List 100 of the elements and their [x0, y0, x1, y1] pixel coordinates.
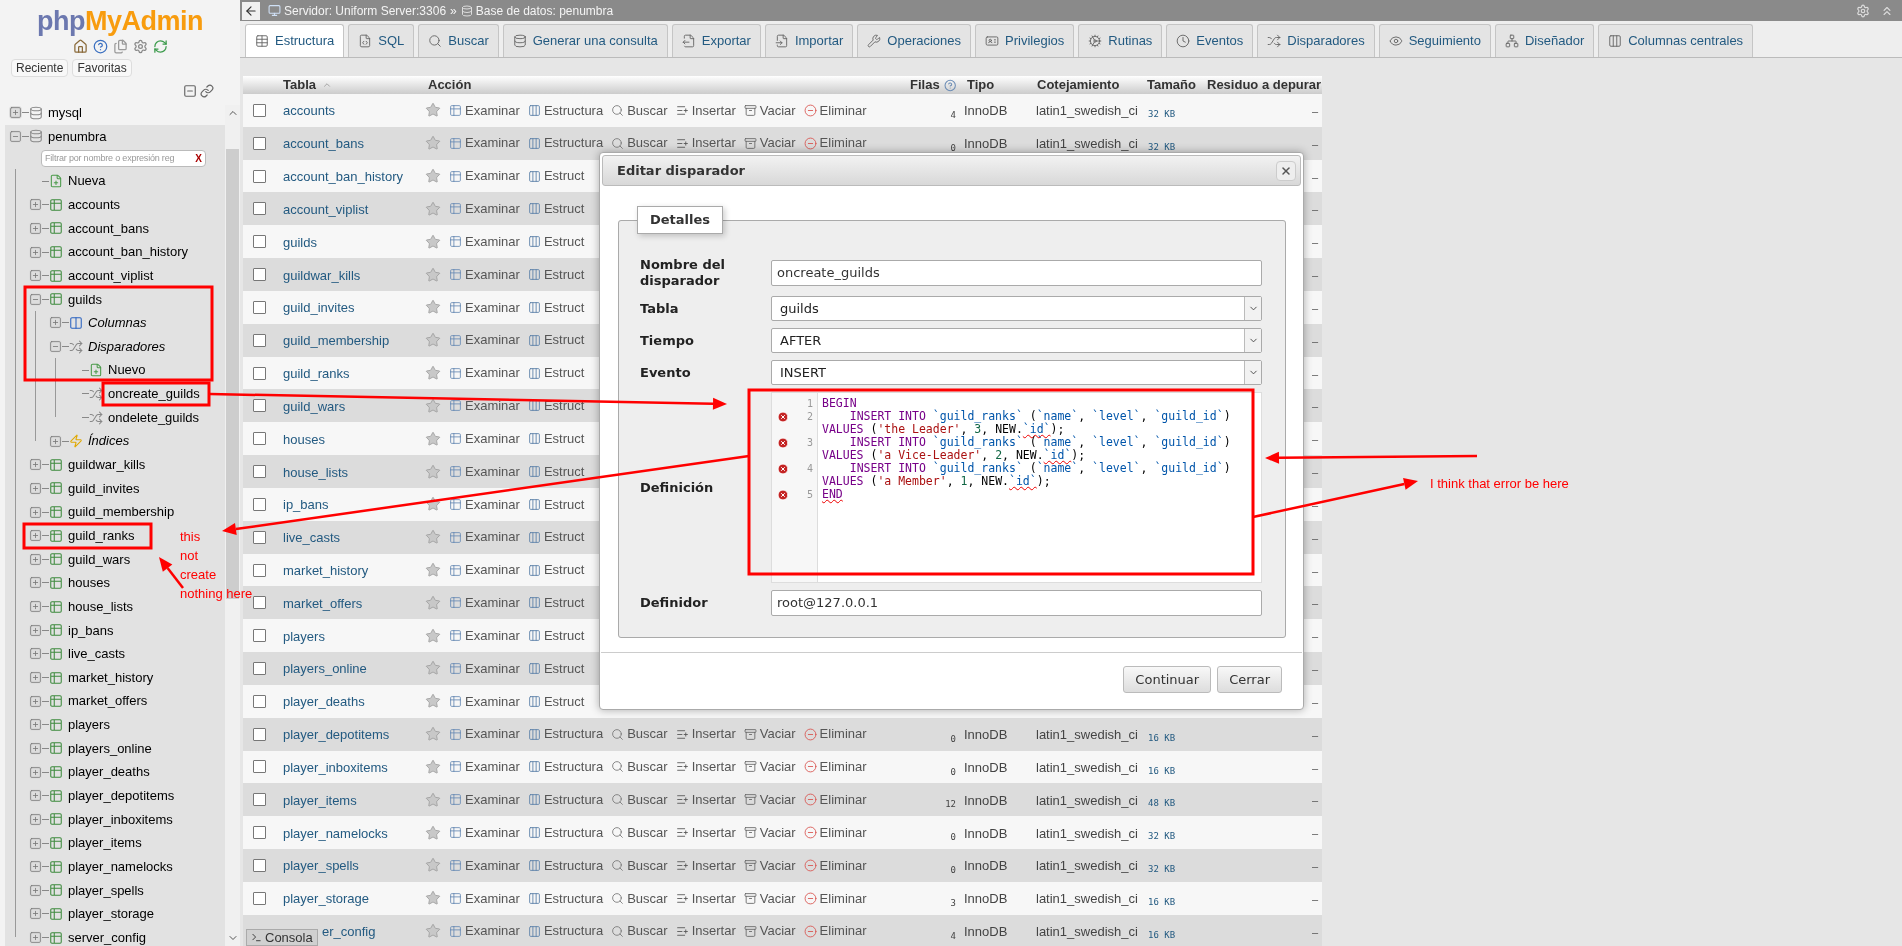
action-link[interactable]: Estruct [543, 494, 585, 515]
action-link[interactable]: Insertar [691, 822, 736, 843]
tree-item[interactable]: player_deaths [68, 762, 150, 782]
tree-item[interactable]: house_lists [68, 596, 134, 617]
action-link[interactable]: Examinar [465, 133, 520, 153]
text-field[interactable]: root@127.0.0.1 [771, 590, 1262, 616]
checkbox[interactable] [253, 793, 266, 807]
expand-icon[interactable] [29, 647, 42, 661]
star-icon[interactable] [425, 791, 441, 808]
tree-item[interactable]: player_inboxitems [68, 809, 173, 830]
star-icon[interactable] [425, 923, 441, 940]
tree-item[interactable]: guildwar_kills [68, 455, 146, 475]
expand-icon[interactable] [29, 245, 42, 259]
star-icon[interactable] [425, 660, 441, 677]
expand-icon[interactable] [29, 600, 42, 614]
navigation-tab[interactable]: Favoritas [72, 59, 132, 77]
action-link[interactable]: Buscar [627, 724, 668, 744]
star-icon[interactable] [425, 463, 441, 480]
tree-item[interactable]: market_history [68, 667, 154, 688]
action-link[interactable]: Examinar [465, 625, 520, 646]
action-link[interactable]: Vaciar [759, 133, 796, 153]
dialog-button[interactable]: Continuar [1123, 666, 1212, 693]
action-link[interactable]: Vaciar [759, 855, 796, 876]
table-name-link[interactable]: market_history [283, 563, 369, 578]
tree-item[interactable]: houses [68, 573, 110, 593]
action-link[interactable]: Buscar [627, 855, 668, 876]
action-link[interactable]: Vaciar [759, 822, 796, 843]
expand-icon[interactable] [29, 623, 42, 637]
star-icon[interactable] [425, 562, 441, 578]
action-link[interactable]: Eliminar [819, 822, 867, 843]
tree-item[interactable]: account_bans [68, 218, 149, 239]
select-field[interactable]: AFTER [771, 328, 1262, 353]
table-name-link[interactable]: player_depotitems [283, 727, 390, 743]
table-name-link[interactable]: guild_invites [283, 300, 355, 316]
checkbox[interactable] [253, 760, 266, 774]
tree-item[interactable]: guild_ranks [68, 525, 135, 546]
action-link[interactable]: Estruct [543, 231, 585, 252]
table-name-link[interactable]: er_config [322, 924, 376, 940]
star-icon[interactable] [425, 758, 441, 775]
star-icon[interactable] [425, 135, 441, 152]
action-link[interactable]: Vaciar [759, 724, 796, 744]
tree-item[interactable]: Nueva [68, 171, 106, 191]
collapse-icon[interactable] [29, 292, 42, 306]
action-link[interactable]: Vaciar [759, 888, 796, 909]
star-icon[interactable] [425, 168, 441, 185]
action-link[interactable]: Eliminar [819, 133, 867, 153]
expand-icon[interactable] [49, 316, 62, 330]
action-link[interactable]: Eliminar [819, 790, 867, 810]
table-name-link[interactable]: players_online [283, 661, 367, 677]
star-icon[interactable] [425, 857, 441, 874]
star-icon[interactable] [425, 266, 441, 283]
tab[interactable]: Importar [764, 24, 854, 57]
tree-item[interactable]: guild_wars [68, 549, 131, 570]
expand-icon[interactable] [29, 789, 42, 803]
expand-icon[interactable] [29, 529, 42, 543]
star-icon[interactable] [425, 233, 441, 250]
action-link[interactable]: Estruct [543, 396, 585, 416]
table-name-link[interactable]: market_offers [283, 595, 363, 611]
star-icon[interactable] [425, 627, 441, 644]
tab[interactable]: Buscar [418, 24, 499, 57]
star-icon[interactable] [425, 200, 441, 217]
navigation-tab[interactable]: Reciente [11, 59, 69, 77]
expand-icon[interactable] [29, 741, 42, 755]
tree-item[interactable]: player_depotitems [68, 786, 175, 806]
table-name-link[interactable]: account_bans [283, 136, 364, 152]
column-header[interactable]: Tamaño [1147, 75, 1196, 95]
checkbox[interactable] [253, 694, 266, 708]
tree-item[interactable]: Disparadores [88, 336, 166, 357]
action-link[interactable]: Estruct [543, 593, 585, 613]
column-header[interactable]: Residuo a depurar [1207, 75, 1322, 95]
action-link[interactable]: Buscar [627, 133, 668, 153]
expand-icon[interactable] [29, 671, 42, 685]
collapse-all-icon[interactable] [183, 83, 197, 98]
action-link[interactable]: Examinar [465, 297, 520, 318]
action-link[interactable]: Estructura [543, 888, 604, 909]
action-link[interactable]: Insertar [691, 888, 736, 909]
expand-icon[interactable] [29, 860, 42, 874]
star-icon[interactable] [425, 332, 441, 349]
action-link[interactable]: Estruct [543, 297, 585, 318]
action-link[interactable]: Buscar [627, 100, 668, 121]
action-link[interactable]: Examinar [465, 461, 520, 482]
action-link[interactable]: Examinar [465, 330, 520, 350]
table-name-link[interactable]: player_inboxitems [283, 759, 388, 775]
star-icon[interactable] [425, 824, 441, 841]
tree-item[interactable]: ip_bans [68, 620, 114, 640]
action-link[interactable]: Vaciar [759, 790, 796, 810]
tree-item[interactable]: player_items [68, 833, 142, 853]
tab[interactable]: Eventos [1166, 24, 1254, 57]
checkbox[interactable] [253, 399, 266, 413]
action-link[interactable]: Eliminar [819, 724, 867, 744]
action-link[interactable]: Estructura [543, 855, 604, 876]
tree-item[interactable]: server_config [68, 927, 147, 946]
reload-icon[interactable] [152, 38, 168, 54]
action-link[interactable]: Examinar [465, 593, 520, 613]
star-icon[interactable] [425, 397, 441, 414]
table-name-link[interactable]: account_ban_history [283, 169, 403, 185]
column-header[interactable]: Filas [910, 75, 940, 95]
link-icon[interactable] [200, 83, 214, 98]
action-link[interactable]: Examinar [465, 166, 520, 186]
action-link[interactable]: Estruct [543, 658, 585, 679]
